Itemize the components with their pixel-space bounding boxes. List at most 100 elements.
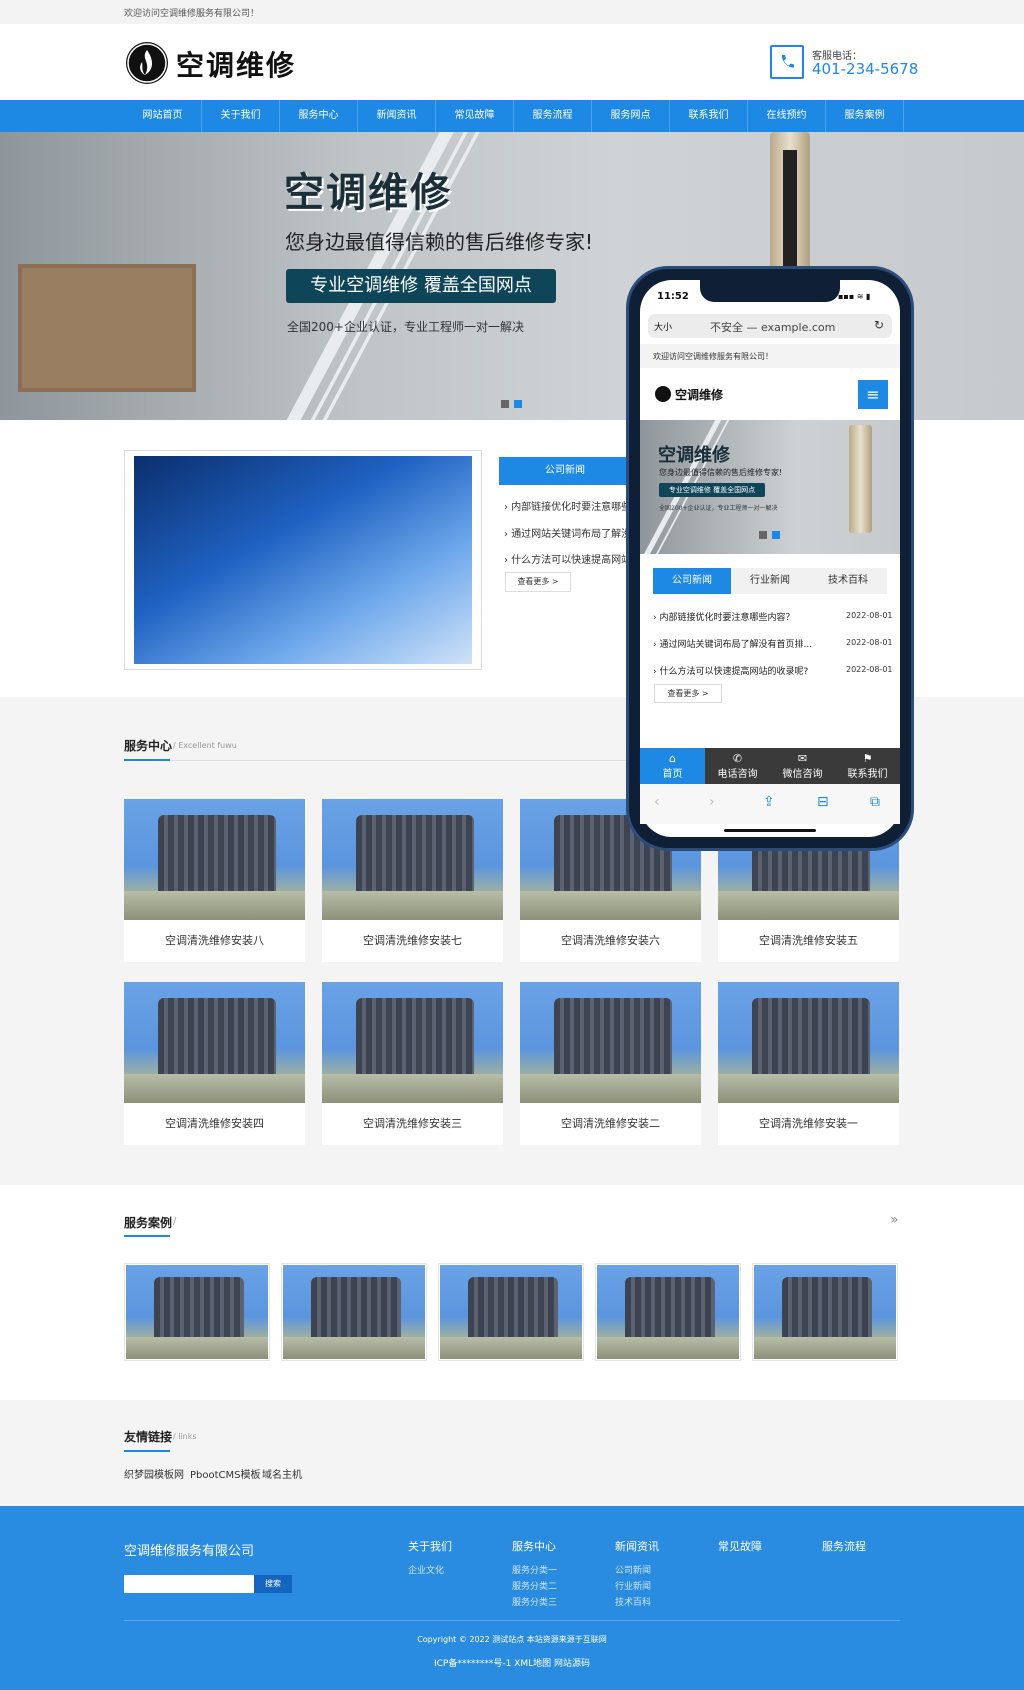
footer-divider xyxy=(124,1620,900,1621)
footer-icp[interactable]: ICP备********号-1 XML地图 网站源码 xyxy=(0,1656,1024,1669)
footer-col-title[interactable]: 服务流程 xyxy=(822,1538,866,1554)
phone-banner-small: 全国200+企业认证，专业工程师一对一解决 xyxy=(659,505,778,512)
hamburger-menu-icon[interactable]: ≡ xyxy=(858,380,888,409)
phone-tab-company[interactable]: 公司新闻 xyxy=(653,568,731,594)
phone-notch xyxy=(700,280,840,302)
footer-company: 空调维修服务有限公司 xyxy=(124,1544,255,1559)
tabs-icon[interactable]: ⧉ xyxy=(870,794,880,810)
nav-item-about[interactable]: 关于我们 xyxy=(202,100,280,132)
services-subtitle: / Excellent fuwu xyxy=(173,741,237,750)
top-bar: 欢迎访问空调维修服务有限公司！ xyxy=(0,0,1024,24)
service-card[interactable]: 空调清洗维修安装七 xyxy=(322,799,503,962)
friend-link[interactable]: 域名主机 xyxy=(262,1466,302,1481)
nav-item-news[interactable]: 新闻资讯 xyxy=(358,100,436,132)
reload-icon[interactable]: ↻ xyxy=(874,318,884,332)
phone-banner-pill: 专业空调维修 覆盖全国网点 xyxy=(659,483,765,497)
phone-nav-contact[interactable]: ⚑ 联系我们 xyxy=(835,748,900,784)
news-more-button[interactable]: 查看更多 > xyxy=(505,572,571,592)
nav-item-faults[interactable]: 常见故障 xyxy=(436,100,514,132)
case-item[interactable] xyxy=(595,1263,741,1361)
logo-text[interactable]: 空调维修 xyxy=(176,44,296,84)
news-item[interactable]: › 什么方法可以快速提高网站 xyxy=(504,551,631,566)
phone-news-item[interactable]: › 内部链接优化时要注意哪些内容？ xyxy=(653,610,794,623)
case-item[interactable] xyxy=(752,1263,898,1361)
nav-item-booking[interactable]: 在线预约 xyxy=(748,100,826,132)
news-item[interactable]: › 通过网站关键词布局了解没 xyxy=(504,525,631,540)
service-card[interactable]: 空调清洗维修安装三 xyxy=(322,982,503,1145)
footer-link[interactable]: 服务分类一 xyxy=(512,1563,557,1576)
footer-col-title[interactable]: 关于我们 xyxy=(408,1538,452,1554)
phone-nav-home[interactable]: ⌂ 首页 xyxy=(640,748,705,784)
links-subtitle: / links xyxy=(173,1432,197,1441)
phone-logo-text[interactable]: 空调维修 xyxy=(675,386,723,403)
cabinet-image xyxy=(18,264,196,392)
phone-news-item[interactable]: › 通过网站关键词布局了解没有首页排... xyxy=(653,637,812,650)
bookmarks-icon[interactable]: ⊟ xyxy=(817,794,829,810)
banner-dot-2[interactable] xyxy=(514,400,522,408)
phone-tab-industry[interactable]: 行业新闻 xyxy=(731,568,809,594)
welcome-text: 欢迎访问空调维修服务有限公司！ xyxy=(124,9,260,19)
title-underline xyxy=(124,759,170,761)
title-underline xyxy=(124,1235,170,1237)
share-icon[interactable]: ⇪ xyxy=(763,794,775,810)
footer-col-title[interactable]: 新闻资讯 xyxy=(615,1538,659,1554)
footer-col-title[interactable]: 服务中心 xyxy=(512,1538,556,1554)
services-title: 服务中心 xyxy=(124,739,173,753)
service-card[interactable]: 空调清洗维修安装八 xyxy=(124,799,305,962)
case-item[interactable] xyxy=(438,1263,584,1361)
service-card[interactable]: 空调清洗维修安装一 xyxy=(718,982,899,1145)
phone-nav-wechat[interactable]: ✉ 微信咨询 xyxy=(770,748,835,784)
phone-banner-title: 空调维修 xyxy=(658,445,730,466)
cases-title: 服务案例 xyxy=(124,1216,173,1230)
back-icon[interactable]: ‹ xyxy=(654,794,660,810)
logo-flame-icon[interactable] xyxy=(126,42,168,84)
building-image xyxy=(134,456,472,664)
banner-subtitle: 您身边最值得信赖的售后维修专家! xyxy=(285,230,594,254)
footer-link[interactable]: 服务分类二 xyxy=(512,1579,557,1592)
phone-tab-tech[interactable]: 技术百科 xyxy=(809,568,887,594)
phone-nav-call[interactable]: ✆ 电话咨询 xyxy=(705,748,770,784)
nav-item-cases[interactable]: 服务案例 xyxy=(826,100,904,132)
phone-news-date: 2022-08-01 xyxy=(846,665,893,674)
home-icon: ⌂ xyxy=(669,752,676,765)
friend-link[interactable]: PbootCMS模板 xyxy=(190,1466,261,1481)
phone-welcome-bar: 欢迎访问空调维修服务有限公司！ xyxy=(640,344,900,368)
news-tab-company[interactable]: 公司新闻 xyxy=(499,457,631,485)
phone-banner-subtitle: 您身边最值得信赖的售后维修专家! xyxy=(659,468,783,477)
footer-search-button[interactable]: 搜索 xyxy=(254,1575,292,1593)
phone-url-text[interactable]: 不安全 — example.com xyxy=(710,319,835,335)
nav-item-service[interactable]: 服务中心 xyxy=(280,100,358,132)
nav-item-contact[interactable]: 联系我们 xyxy=(670,100,748,132)
phone-banner-dot-2[interactable] xyxy=(772,531,780,539)
phone-logo-icon[interactable] xyxy=(655,386,671,402)
phone-news-date: 2022-08-01 xyxy=(846,611,893,620)
phone-ac-tower xyxy=(849,425,872,533)
footer-link[interactable]: 行业新闻 xyxy=(615,1579,651,1592)
footer-col-title[interactable]: 常见故障 xyxy=(718,1538,762,1554)
forward-icon[interactable]: › xyxy=(709,794,715,810)
footer-link[interactable]: 服务分类三 xyxy=(512,1595,557,1608)
text-size-icon[interactable]: 大小 xyxy=(654,320,672,333)
home-indicator xyxy=(724,829,816,832)
phone-more-button[interactable]: 查看更多 > xyxy=(654,684,722,703)
footer-link[interactable]: 技术百科 xyxy=(615,1595,651,1608)
footer-search-input[interactable] xyxy=(124,1575,254,1593)
nav-item-outlets[interactable]: 服务网点 xyxy=(592,100,670,132)
service-card[interactable]: 空调清洗维修安装二 xyxy=(520,982,701,1145)
nav-item-process[interactable]: 服务流程 xyxy=(514,100,592,132)
banner-pill: 专业空调维修 覆盖全国网点 xyxy=(286,269,556,303)
case-item[interactable] xyxy=(281,1263,427,1361)
news-item[interactable]: › 内部链接优化时要注意哪些 xyxy=(504,498,631,513)
service-card[interactable]: 空调清洗维修安装四 xyxy=(124,982,305,1145)
ac-tower-grill xyxy=(783,150,797,270)
phone-banner-dot-1[interactable] xyxy=(759,531,767,539)
phone-news-item[interactable]: › 什么方法可以快速提高网站的收录呢? xyxy=(653,664,808,677)
cases-next-icon[interactable]: » xyxy=(890,1212,899,1228)
footer-link[interactable]: 公司新闻 xyxy=(615,1563,651,1576)
case-item[interactable] xyxy=(124,1263,270,1361)
phone-news-date: 2022-08-01 xyxy=(846,638,893,647)
banner-dot-1[interactable] xyxy=(501,400,509,408)
footer-link[interactable]: 企业文化 xyxy=(408,1563,444,1576)
nav-item-home[interactable]: 网站首页 xyxy=(124,100,202,132)
friend-link[interactable]: 织梦园模板网 xyxy=(124,1466,184,1481)
